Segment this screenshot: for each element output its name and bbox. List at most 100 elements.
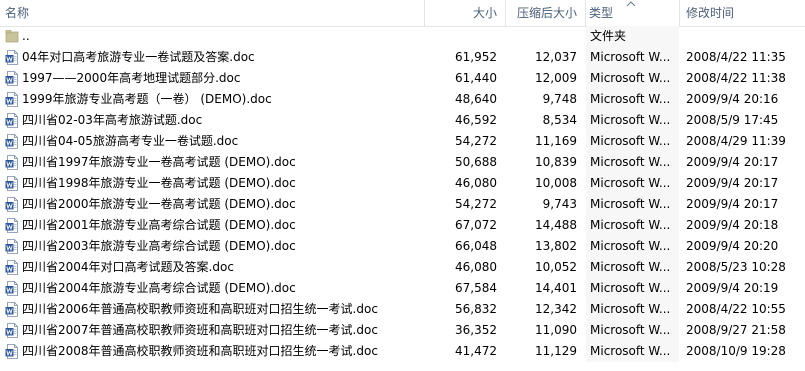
file-modified-date: 2008/5/9 17:45	[686, 113, 779, 127]
column-header-name[interactable]: 名称	[5, 0, 29, 26]
file-modified-date: 2009/9/4 20:16	[686, 92, 779, 106]
file-compressed-size: 11,169	[535, 134, 577, 148]
file-compressed-size: 9,743	[542, 197, 577, 211]
file-row[interactable]: 四川省1998年旅游专业一卷高考试题 (DEMO).doc 46,080 10,00…	[0, 173, 805, 194]
file-name: 四川省2004年对口高考试题及答案.doc	[22, 260, 234, 274]
column-divider[interactable]	[585, 0, 586, 26]
file-row[interactable]: 四川省2004年对口高考试题及答案.doc 46,080 10,052 Microso…	[0, 257, 805, 278]
file-name: 四川省2001年旅游专业高考综合试题 (DEMO).doc	[22, 218, 296, 232]
sort-ascending-icon	[626, 1, 636, 7]
file-compressed-size: 14,488	[535, 218, 577, 232]
file-modified-date: 2009/9/4 20:19	[686, 281, 779, 295]
file-type: Microsoft W...	[590, 344, 671, 358]
file-row[interactable]: 四川省2007年普通高校职教师资班和高职班对口招生统一考试.doc 36,352 1…	[0, 320, 805, 341]
file-size: 67,072	[455, 218, 497, 232]
file-type: Microsoft W...	[590, 71, 671, 85]
file-row[interactable]: 四川省2001年旅游专业高考综合试题 (DEMO).doc 67,072 14,48…	[0, 215, 805, 236]
file-compressed-size: 12,037	[535, 50, 577, 64]
file-name: 四川省2003年旅游专业高考综合试题 (DEMO).doc	[22, 239, 296, 253]
column-header-size[interactable]: 大小	[425, 0, 497, 26]
file-modified-date: 2008/10/9 19:28	[686, 344, 786, 358]
file-modified-date	[686, 26, 804, 47]
file-row[interactable]: 1999年旅游专业高考题（一卷） (DEMO).doc 48,640 9,748 Mi…	[0, 89, 805, 110]
file-name: 四川省2004年旅游专业高考综合试题 (DEMO).doc	[22, 281, 296, 295]
word-doc-icon	[5, 155, 18, 170]
word-doc-icon	[5, 260, 18, 275]
file-name: 四川省2006年普通高校职教师资班和高职班对口招生统一考试.doc	[22, 302, 378, 316]
file-modified-date: 2009/9/4 20:17	[686, 155, 779, 169]
file-row[interactable]: 1997——2000年高考地理试题部分.doc 61,440 12,009 Micro…	[0, 68, 805, 89]
file-compressed-size: 12,009	[535, 71, 577, 85]
file-modified-date: 2008/4/29 11:39	[686, 134, 786, 148]
file-name: 四川省1998年旅游专业一卷高考试题 (DEMO).doc	[22, 176, 296, 190]
file-compressed-size: 10,052	[535, 260, 577, 274]
file-compressed-size: 13,802	[535, 239, 577, 253]
file-type: 文件夹	[590, 29, 627, 43]
file-type: Microsoft W...	[590, 323, 671, 337]
file-modified-date: 2009/9/4 20:18	[686, 218, 779, 232]
file-type: Microsoft W...	[590, 239, 671, 253]
file-type: Microsoft W...	[590, 302, 671, 316]
file-name: ..	[22, 29, 30, 43]
file-modified-date: 2008/4/22 11:35	[686, 50, 786, 64]
file-row[interactable]: 四川省2004年旅游专业高考综合试题 (DEMO).doc 67,584 14,40…	[0, 278, 805, 299]
file-compressed-size: 9,748	[542, 92, 577, 106]
file-modified-date: 2009/9/4 20:17	[686, 176, 779, 190]
word-doc-icon	[5, 239, 18, 254]
file-row[interactable]: 四川省02-03年高考旅游试题.doc 46,592 8,534 Microsoft …	[0, 110, 805, 131]
file-size: 46,080	[455, 260, 497, 274]
file-size: 67,584	[455, 281, 497, 295]
file-type: Microsoft W...	[590, 50, 671, 64]
file-size: 54,272	[455, 134, 497, 148]
file-size: 54,272	[455, 197, 497, 211]
file-modified-date: 2009/9/4 20:20	[686, 239, 779, 253]
file-compressed-size	[505, 26, 577, 47]
word-doc-icon	[5, 50, 18, 65]
file-size: 46,592	[455, 113, 497, 127]
file-name: 1999年旅游专业高考题（一卷） (DEMO).doc	[22, 92, 272, 106]
folder-icon	[5, 30, 19, 43]
file-size: 56,832	[455, 302, 497, 316]
word-doc-icon	[5, 176, 18, 191]
file-size: 50,688	[455, 155, 497, 169]
file-type: Microsoft W...	[590, 134, 671, 148]
file-name: 四川省2007年普通高校职教师资班和高职班对口招生统一考试.doc	[22, 323, 378, 337]
file-name: 四川省1997年旅游专业一卷高考试题 (DEMO).doc	[22, 155, 296, 169]
file-type: Microsoft W...	[590, 113, 671, 127]
file-row[interactable]: .. 文件夹	[0, 26, 805, 47]
column-divider[interactable]	[679, 0, 680, 26]
file-name: 1997——2000年高考地理试题部分.doc	[22, 71, 241, 85]
column-header-compressed-size[interactable]: 压缩后大小	[505, 0, 577, 26]
file-compressed-size: 11,090	[535, 323, 577, 337]
file-name: 四川省2000年旅游专业一卷高考试题 (DEMO).doc	[22, 197, 296, 211]
file-size	[425, 26, 497, 47]
file-row[interactable]: 04年对口高考旅游专业一卷试题及答案.doc 61,952 12,037 Micros…	[0, 47, 805, 68]
file-size: 46,080	[455, 176, 497, 190]
file-compressed-size: 10,839	[535, 155, 577, 169]
column-header-modified[interactable]: 修改时间	[686, 0, 734, 26]
word-doc-icon	[5, 323, 18, 338]
file-type: Microsoft W...	[590, 176, 671, 190]
word-doc-icon	[5, 92, 18, 107]
file-row[interactable]: 四川省2006年普通高校职教师资班和高职班对口招生统一考试.doc 56,832 1…	[0, 299, 805, 320]
file-modified-date: 2008/4/22 10:55	[686, 302, 786, 316]
file-size: 66,048	[455, 239, 497, 253]
file-name: 四川省02-03年高考旅游试题.doc	[22, 113, 203, 127]
file-row[interactable]: 四川省1997年旅游专业一卷高考试题 (DEMO).doc 50,688 10,83…	[0, 152, 805, 173]
file-row[interactable]: 四川省2003年旅游专业高考综合试题 (DEMO).doc 66,048 13,80…	[0, 236, 805, 257]
word-doc-icon	[5, 344, 18, 359]
file-type: Microsoft W...	[590, 218, 671, 232]
file-name: 四川省2008年普通高校职教师资班和高职班对口招生统一考试.doc	[22, 344, 378, 358]
file-size: 61,440	[455, 71, 497, 85]
word-doc-icon	[5, 281, 18, 296]
file-size: 48,640	[455, 92, 497, 106]
file-row[interactable]: 四川省04-05旅游高考专业一卷试题.doc 54,272 11,169 Micros…	[0, 131, 805, 152]
word-doc-icon	[5, 134, 18, 149]
file-row[interactable]: 四川省2008年普通高校职教师资班和高职班对口招生统一考试.doc 41,472 1…	[0, 341, 805, 362]
file-row[interactable]: 四川省2000年旅游专业一卷高考试题 (DEMO).doc 54,272 9,743…	[0, 194, 805, 215]
column-header-bar: 名称 大小 压缩后大小 类型 修改时间	[0, 0, 805, 27]
file-compressed-size: 8,534	[542, 113, 577, 127]
file-modified-date: 2008/9/27 21:58	[686, 323, 786, 337]
file-type: Microsoft W...	[590, 155, 671, 169]
file-compressed-size: 14,401	[535, 281, 577, 295]
